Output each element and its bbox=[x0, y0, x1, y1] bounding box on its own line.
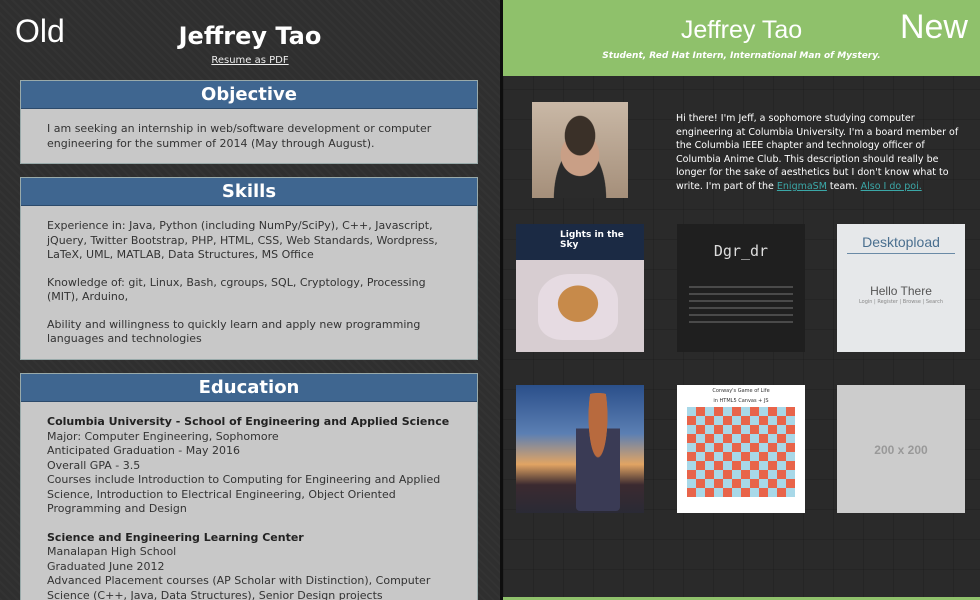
school-line: Anticipated Graduation - May 2016 bbox=[47, 444, 240, 457]
tile-divider bbox=[847, 253, 955, 254]
school-name: Columbia University - School of Engineer… bbox=[47, 415, 450, 428]
skills-item: Knowledge of: git, Linux, Bash, cgroups,… bbox=[47, 275, 426, 304]
skills-item: Ability and willingness to quickly learn… bbox=[47, 317, 421, 346]
objective-text: I am seeking an internship in web/softwa… bbox=[47, 122, 432, 150]
education-entry: Columbia University - School of Engineer… bbox=[47, 415, 451, 517]
project-tile-desktopload[interactable]: Desktopload Hello There Login | Register… bbox=[837, 224, 965, 352]
tile-title: Desktopload bbox=[862, 234, 940, 250]
life-grid bbox=[687, 407, 795, 497]
skills-section: Skills Experience in: Java, Python (incl… bbox=[20, 177, 478, 360]
anime-cat-image bbox=[538, 274, 618, 340]
project-tile-game-of-life[interactable]: Conway's Game of Life in HTML5 Canvas + … bbox=[677, 385, 805, 513]
new-label: New bbox=[899, 8, 968, 46]
project-tile-anime-girl[interactable] bbox=[516, 385, 644, 513]
project-tile-dgr-dr[interactable]: Dgr_dr bbox=[677, 224, 805, 352]
old-version-panel: Old Jeffrey Tao Resume as PDF Objective … bbox=[0, 0, 500, 600]
new-version-panel: Jeffrey Tao Student, Red Hat Intern, Int… bbox=[503, 0, 980, 600]
tile-nav: Login | Register | Browse | Search bbox=[858, 299, 944, 305]
resume-pdf-link[interactable]: Resume as PDF bbox=[0, 55, 500, 66]
project-tile-placeholder[interactable]: 200 x 200 bbox=[837, 385, 965, 513]
school-line: Manalapan High School bbox=[47, 545, 177, 558]
school-line: Graduated June 2012 bbox=[47, 559, 165, 573]
bio-mid: team. bbox=[826, 180, 861, 192]
objective-heading: Objective bbox=[21, 81, 477, 109]
new-tagline: Student, Red Hat Intern, International M… bbox=[602, 51, 881, 61]
profile-photo bbox=[532, 102, 628, 198]
school-line: Major: Computer Engineering, Sophomore bbox=[47, 429, 279, 443]
school-line: Advanced Placement courses (AP Scholar w… bbox=[47, 574, 431, 600]
education-section: Education Columbia University - School o… bbox=[20, 373, 478, 600]
enigmasm-link[interactable]: EnigmaSM bbox=[777, 181, 827, 192]
project-tile-lights-in-the-sky[interactable]: Lights in the Sky bbox=[516, 224, 644, 352]
skills-item: Experience in: Java, Python (including N… bbox=[47, 219, 438, 261]
old-page-title: Jeffrey Tao bbox=[178, 22, 322, 50]
objective-section: Objective I am seeking an internship in … bbox=[20, 80, 478, 164]
education-heading: Education bbox=[21, 374, 477, 402]
placeholder-size: 200 x 200 bbox=[874, 443, 928, 457]
school-line: Overall GPA - 3.5 bbox=[47, 458, 141, 472]
education-entry: Science and Engineering Learning Center … bbox=[47, 531, 451, 600]
poi-link[interactable]: Also I do poi. bbox=[861, 181, 922, 192]
tile-subtitle: in HTML5 Canvas + JS bbox=[713, 398, 769, 404]
skills-heading: Skills bbox=[21, 178, 477, 206]
anime-girl-image bbox=[576, 393, 620, 511]
tile-title: Lights in the Sky bbox=[560, 230, 624, 250]
bio-text: Hi there! I'm Jeff, a sophomore studying… bbox=[676, 112, 964, 194]
tile-title: Dgr_dr bbox=[713, 242, 769, 260]
tile-title: Conway's Game of Life bbox=[712, 388, 770, 394]
school-line: Courses include Introduction to Computin… bbox=[47, 473, 441, 515]
tile-hello: Hello There bbox=[870, 284, 932, 298]
school-name: Science and Engineering Learning Center bbox=[47, 530, 304, 544]
tile-preview-rows bbox=[689, 286, 793, 328]
